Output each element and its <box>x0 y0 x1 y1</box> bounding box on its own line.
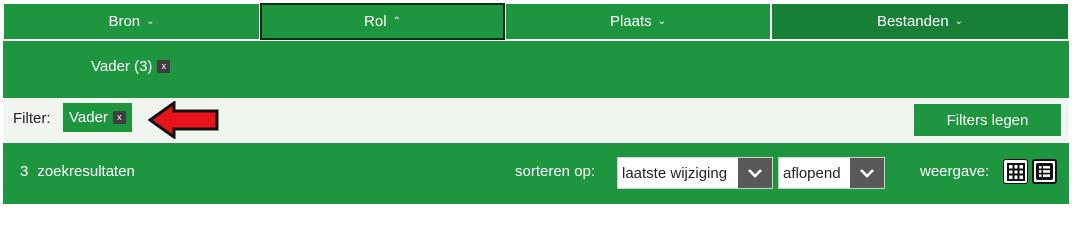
chevron-down-icon: ⌄ <box>146 16 155 27</box>
filter-label: Filter: <box>13 110 51 127</box>
chevron-down-icon[interactable] <box>738 158 772 188</box>
close-icon[interactable]: x <box>157 60 171 73</box>
results-bar: 3 zoekresultaten sorteren op: laatste wij… <box>3 143 1069 204</box>
sort-select-value: laatste wijziging <box>622 164 728 182</box>
tab-label: Bron <box>108 13 141 30</box>
active-filter-chip[interactable]: Vader x <box>63 103 132 132</box>
tab-label: Rol <box>364 13 387 30</box>
rol-panel: Vader (3) x <box>3 41 1069 98</box>
tab-label: Bestanden <box>876 13 949 30</box>
chevron-up-icon: ⌃ <box>392 16 401 27</box>
chevron-down-icon: ⌄ <box>657 16 667 27</box>
tab-rol[interactable]: Rol ⌃ <box>260 3 505 40</box>
result-count-label: zoekresultaten <box>37 163 135 180</box>
tab-bar: Bron ⌄ Rol ⌃ Plaats ⌄ Bestanden ⌄ <box>3 3 1069 40</box>
red-arrow-icon <box>148 101 219 139</box>
tab-bron[interactable]: Bron ⌄ <box>3 3 260 40</box>
order-select-value: aflopend <box>783 164 841 182</box>
sort-label: sorteren op: <box>515 163 596 180</box>
chevron-down-icon[interactable] <box>850 158 884 188</box>
close-icon[interactable]: x <box>112 111 126 124</box>
order-select[interactable]: aflopend <box>778 157 885 189</box>
result-count: 3 zoekresultaten <box>20 163 135 180</box>
tab-bestanden[interactable]: Bestanden ⌄ <box>771 3 1069 40</box>
clear-filters-button[interactable]: Filters legen <box>914 104 1061 136</box>
role-option-vader[interactable]: Vader (3) x <box>91 58 171 75</box>
tab-label: Plaats <box>609 13 652 30</box>
view-label: weergave: <box>920 163 990 180</box>
grid-view-icon[interactable] <box>1003 159 1028 184</box>
sort-select[interactable]: laatste wijziging <box>617 157 773 189</box>
result-count-number: 3 <box>20 163 29 180</box>
role-option-label: Vader (3) <box>91 58 153 75</box>
filter-row: Filter: Vader x Filters legen <box>3 98 1069 142</box>
chevron-down-icon: ⌄ <box>954 16 964 27</box>
active-filter-label: Vader <box>69 109 108 126</box>
tab-plaats[interactable]: Plaats ⌄ <box>505 3 771 40</box>
list-view-icon[interactable] <box>1032 159 1057 184</box>
